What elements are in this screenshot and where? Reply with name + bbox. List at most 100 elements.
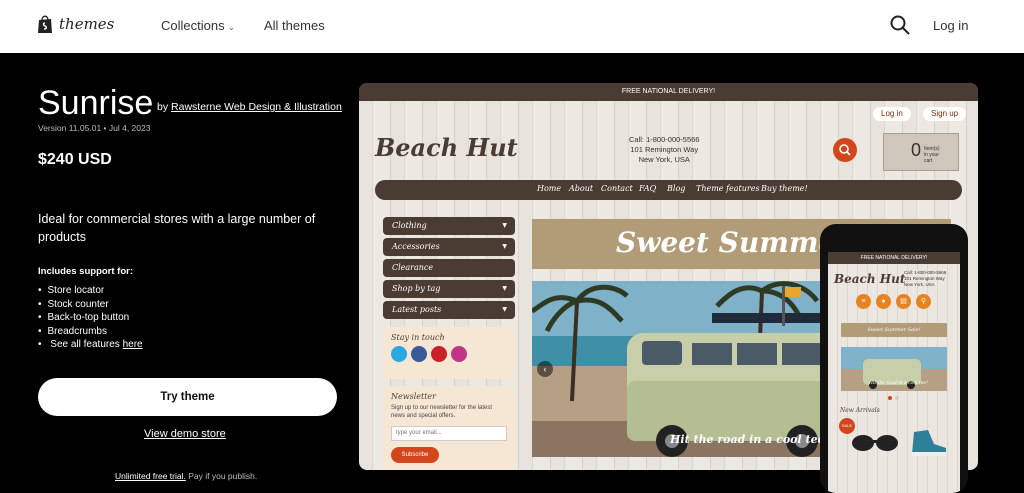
nav-all-themes[interactable]: All themes xyxy=(264,18,325,33)
preview-stay-in-touch: Stay in touch xyxy=(383,327,515,379)
caret-down-icon: ▼ xyxy=(502,285,507,292)
trial-link[interactable]: Unlimited free trial. xyxy=(115,471,186,481)
phone-delivery-bar: FREE NATIONAL DELIVERY! xyxy=(828,252,960,264)
theme-title: Sunrise xyxy=(38,84,154,122)
preview-nav-item: Contact xyxy=(601,184,633,193)
support-item: Breadcrumbs xyxy=(38,325,143,339)
nav-collections-label: Collections xyxy=(161,18,225,33)
preview-sidebar-item: Latest posts ▼ xyxy=(383,301,515,319)
preview-nav-item: Buy theme! xyxy=(761,184,808,193)
preview-stay-in-touch-title: Stay in touch xyxy=(391,333,445,342)
preview-newsletter-text: Sign up to our newsletter for the latest… xyxy=(391,405,493,419)
user-icon: ● xyxy=(876,294,891,309)
preview-cart-label-line: cart xyxy=(924,158,933,164)
trial-note: Unlimited free trial. Pay if you publish… xyxy=(115,471,257,481)
preview-sidebar-label: Clearance xyxy=(392,263,434,272)
chevron-down-icon: ⌄ xyxy=(227,22,236,32)
sunglasses-product-image xyxy=(852,435,898,451)
preview-sidebar-item: Clearance xyxy=(383,259,515,277)
trial-text: Pay if you publish. xyxy=(188,471,258,481)
phone-logo: Beach Hut xyxy=(834,272,906,286)
support-item-see-all: See all features here xyxy=(38,338,143,352)
theme-author-link[interactable]: Rawsterne Web Design & Illustration xyxy=(171,101,342,113)
carousel-dot xyxy=(895,396,899,400)
preview-nav-item: Theme features xyxy=(696,184,760,193)
caret-down-icon: ▼ xyxy=(502,222,507,229)
phone-hero-caption: Hit the road in a cool tee! xyxy=(869,381,928,386)
preview-nav-item: FAQ xyxy=(639,184,657,193)
preview-sidebar-label: Clothing xyxy=(392,221,427,230)
preview-sidebar-item: Accessories ▼ xyxy=(383,238,515,256)
preview-newsletter-input: type your email... xyxy=(391,426,507,441)
preview-sidebar-item: Clothing ▼ xyxy=(383,217,515,235)
preview-nav-item: Blog xyxy=(667,184,686,193)
preview-nav: Home About Contact FAQ Blog Theme featur… xyxy=(375,180,962,200)
see-all-label: See all features xyxy=(50,339,120,351)
instagram-icon xyxy=(451,346,467,362)
phone-carousel-dots xyxy=(888,396,899,400)
theme-preview-mobile: FREE NATIONAL DELIVERY! Beach Hut Call: … xyxy=(820,224,968,493)
support-item: Back-to-top button xyxy=(38,311,143,325)
preview-nav-item: About xyxy=(569,184,594,193)
theme-version: Version 11.05.01 • Jul 4, 2023 xyxy=(38,123,151,133)
preview-sidebar-item: Shop by tag ▼ xyxy=(383,280,515,298)
preview-cart-count: 0 xyxy=(911,140,922,160)
shopify-bag-icon xyxy=(38,15,52,33)
phone-contact: Call: 1-800-000-5566 101 Remington Way N… xyxy=(904,270,946,288)
preview-sidebar-label: Accessories xyxy=(392,242,440,251)
carousel-dot-active xyxy=(888,396,892,400)
support-item: Stock counter xyxy=(38,298,143,312)
phone-screen: FREE NATIONAL DELIVERY! Beach Hut Call: … xyxy=(828,252,960,493)
preview-signup: Sign up xyxy=(923,107,967,121)
brand-logo[interactable]: themes xyxy=(37,14,114,34)
support-item: Store locator xyxy=(38,284,143,298)
phone-sale-banner: Sweet Summer Sale! xyxy=(841,323,947,337)
see-all-link[interactable]: here xyxy=(123,339,143,350)
caret-down-icon: ▼ xyxy=(502,243,507,250)
theme-by-prefix: by xyxy=(157,101,169,113)
brand-text: themes xyxy=(59,15,115,33)
twitter-icon xyxy=(391,346,407,362)
phone-contact-line: New York, USA xyxy=(904,282,935,287)
preview-sidebar-label: Shop by tag xyxy=(392,284,441,293)
try-theme-button[interactable]: Try theme xyxy=(38,378,337,416)
preview-contact-line: New York, USA xyxy=(638,155,690,164)
preview-contact: Call: 1-800-000-5566 101 Remington Way N… xyxy=(629,135,699,165)
preview-subscribe-button: Subscribe xyxy=(391,447,439,463)
cart-icon: ▤ xyxy=(896,294,911,309)
nav-collections[interactable]: Collections ⌄ xyxy=(161,18,235,33)
theme-author: by Rawsterne Web Design & Illustration xyxy=(157,101,342,113)
preview-cart: 0 Item(s) in your cart xyxy=(883,133,959,171)
preview-sidebar-label: Latest posts xyxy=(392,305,442,314)
theme-description: Ideal for commercial stores with a large… xyxy=(38,212,316,244)
sneaker-product-image xyxy=(912,430,946,456)
phone-new-arrivals-title: New Arrivals xyxy=(840,407,880,414)
preview-logo: Beach Hut xyxy=(375,133,518,162)
pinterest-icon xyxy=(431,346,447,362)
theme-price: $240 USD xyxy=(38,151,112,168)
search-icon: ⚲ xyxy=(916,294,931,309)
top-nav: themes Collections ⌄ All themes Log in xyxy=(0,0,1024,53)
support-title: Includes support for: xyxy=(38,266,133,277)
view-demo-store-link[interactable]: View demo store xyxy=(144,428,226,440)
chevron-left-icon: ‹ xyxy=(537,361,553,377)
caret-down-icon: ▼ xyxy=(502,306,507,313)
preview-cart-label: Item(s) in your cart xyxy=(924,146,940,164)
login-link[interactable]: Log in xyxy=(933,18,968,33)
preview-social-icons xyxy=(383,342,515,366)
preview-nav-item: Home xyxy=(537,184,562,193)
search-icon[interactable] xyxy=(890,15,910,35)
facebook-icon xyxy=(411,346,427,362)
preview-newsletter: Newsletter Sign up to our newsletter for… xyxy=(383,386,515,470)
preview-search-icon xyxy=(833,138,857,162)
phone-hero-image: Hit the road in a cool tee! xyxy=(841,347,947,391)
preview-contact-line: Call: 1-800-000-5566 xyxy=(629,135,700,144)
preview-newsletter-title: Newsletter xyxy=(391,392,436,401)
preview-login: Log in xyxy=(873,107,911,121)
preview-hero-caption: Hit the road in a cool tee! xyxy=(670,433,830,446)
preview-delivery-bar: FREE NATIONAL DELIVERY! xyxy=(359,83,978,101)
menu-icon: ≡ xyxy=(856,294,871,309)
support-list: Store locator Stock counter Back-to-top … xyxy=(38,284,143,352)
phone-icon-row: ≡ ● ▤ ⚲ xyxy=(856,294,931,309)
preview-contact-line: 101 Remington Way xyxy=(630,145,699,154)
